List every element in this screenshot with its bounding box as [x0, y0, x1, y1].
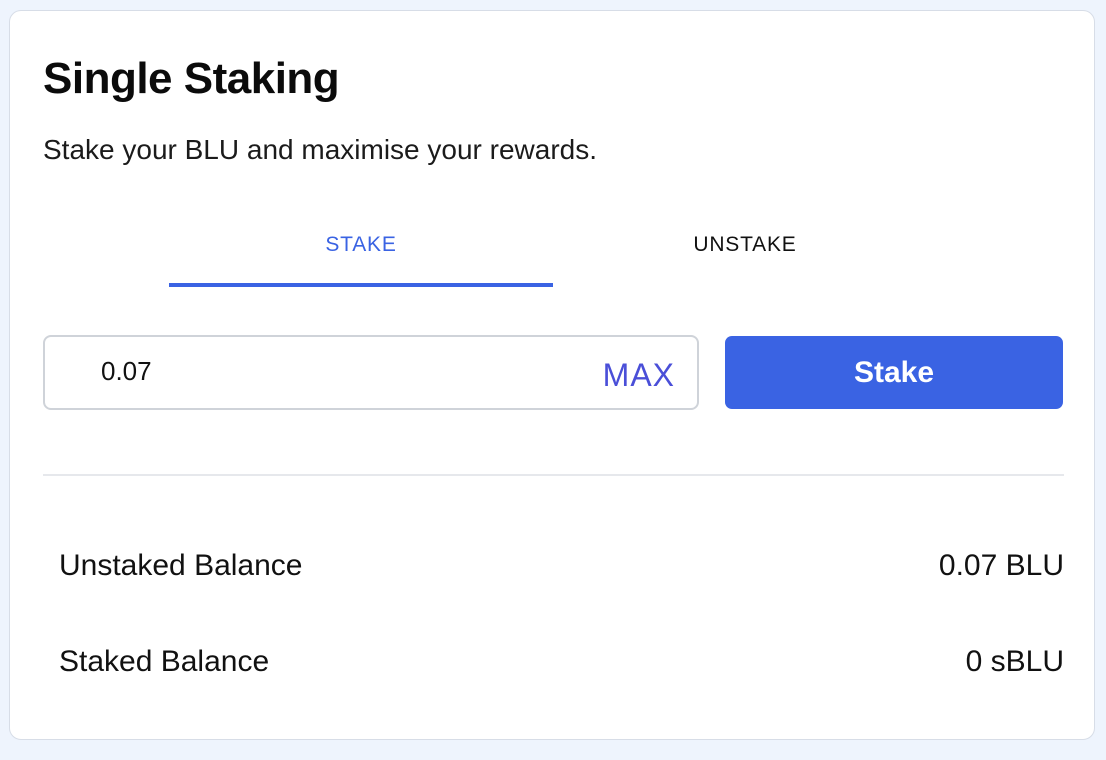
staked-balance-label: Staked Balance [59, 645, 270, 678]
staked-balance-value: 0 sBLU [965, 645, 1064, 678]
tab-unstake[interactable]: UNSTAKE [553, 225, 937, 287]
unstaked-balance-value: 0.07 BLU [938, 549, 1064, 582]
single-staking-card: Single Staking Stake your BLU and maximi… [9, 10, 1095, 740]
stake-tabs: STAKE UNSTAKE [169, 225, 937, 287]
card-title: Single Staking [43, 54, 340, 103]
max-button[interactable]: MAX [603, 355, 675, 395]
divider [43, 474, 1064, 476]
amount-field: MAX [43, 335, 699, 410]
unstaked-balance-row: Unstaked Balance 0.07 BLU [59, 546, 1064, 586]
amount-input[interactable] [101, 351, 561, 391]
stake-button[interactable]: Stake [725, 336, 1063, 409]
staked-balance-row: Staked Balance 0 sBLU [59, 642, 1064, 682]
tab-stake[interactable]: STAKE [169, 225, 553, 287]
unstaked-balance-label: Unstaked Balance [59, 549, 303, 582]
card-subtitle: Stake your BLU and maximise your rewards… [43, 134, 597, 165]
